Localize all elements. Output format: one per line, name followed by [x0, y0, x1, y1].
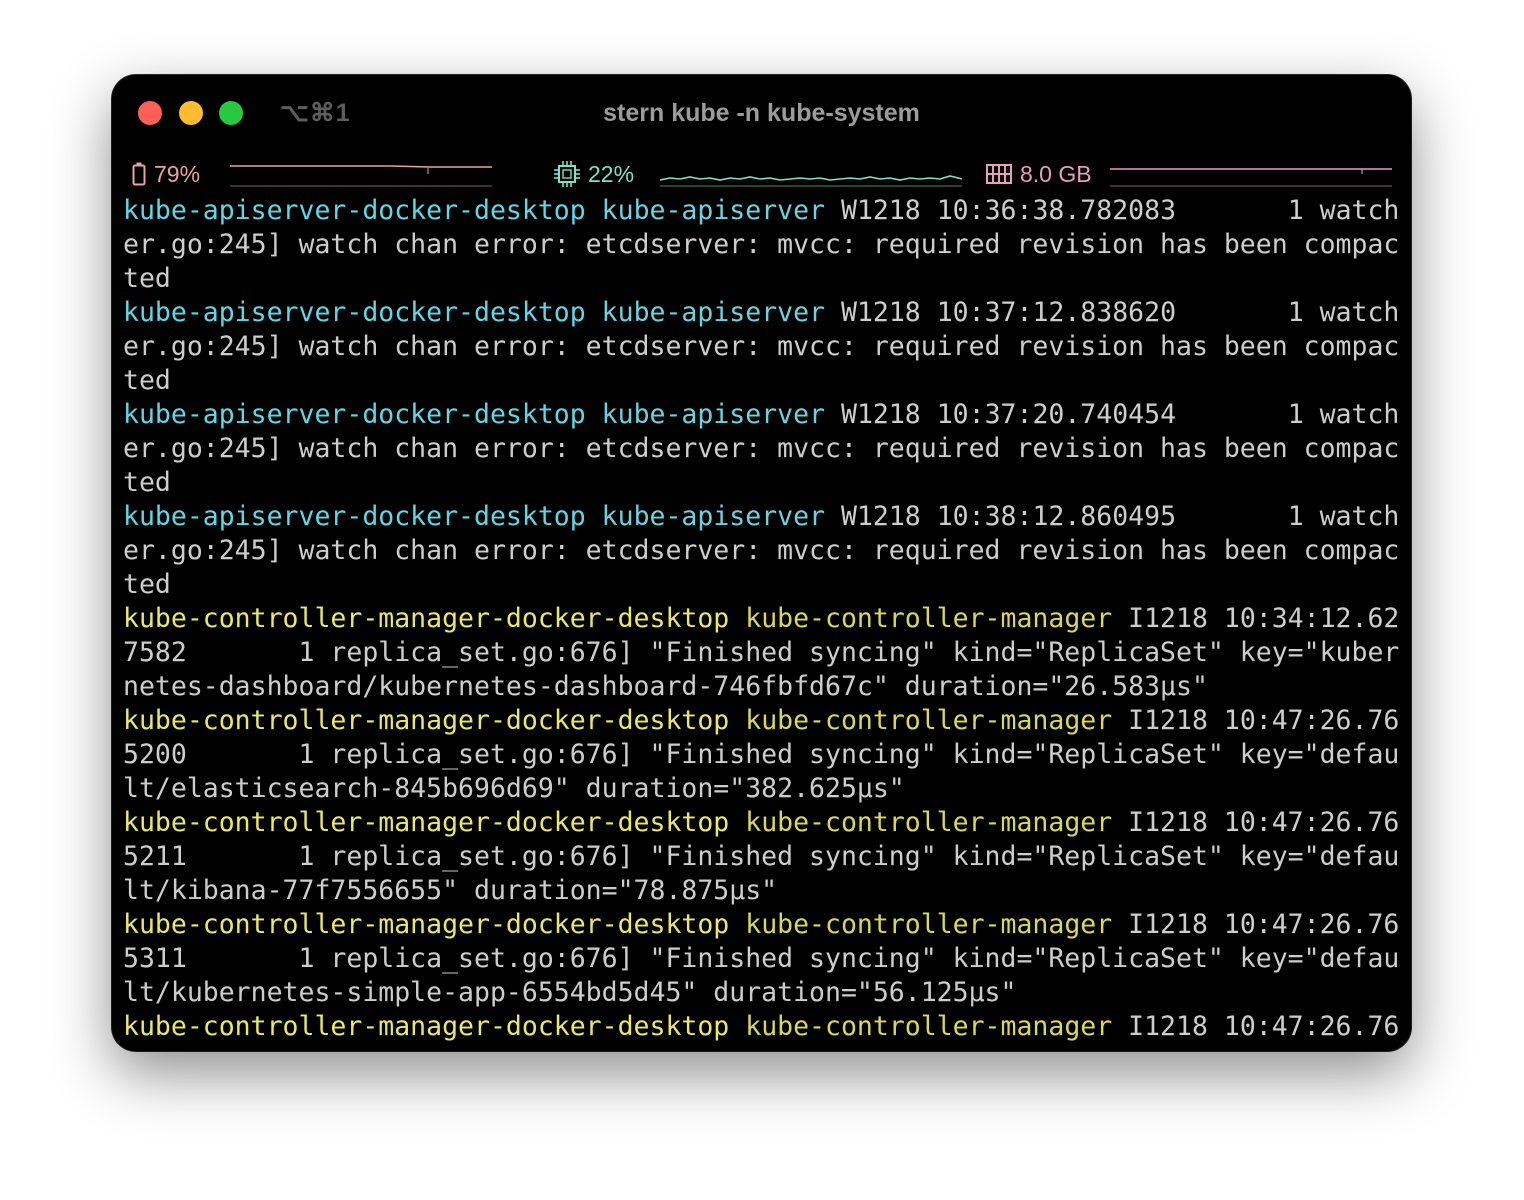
log-line: kube-controller-manager-docker-desktop k…: [123, 602, 1403, 636]
pod-name: kube-controller-manager-docker-desktop: [123, 705, 730, 736]
battery-sparkline: [230, 165, 492, 187]
log-line-continuation: lt/elasticsearch-845b696d69" duration="3…: [123, 773, 905, 804]
log-line-continuation: ted: [123, 569, 171, 600]
pod-name: kube-apiserver-docker-desktop: [123, 399, 586, 430]
log-line-continuation: 7582 1 replica_set.go:676] "Finished syn…: [123, 637, 1400, 668]
container-name: kube-apiserver: [601, 501, 826, 532]
pod-name: kube-controller-manager-docker-desktop: [123, 807, 730, 838]
log-message: W1218 10:37:20.740454 1 watch: [825, 399, 1400, 430]
pod-name: kube-apiserver-docker-desktop: [123, 501, 586, 532]
pod-name: kube-controller-manager-docker-desktop: [123, 909, 730, 940]
pod-name: kube-controller-manager-docker-desktop: [123, 1011, 730, 1042]
log-message: W1218 10:38:12.860495 1 watch: [825, 501, 1400, 532]
log-message: I1218 10:47:26.76: [1112, 705, 1400, 736]
log-line: kube-controller-manager-docker-desktop k…: [123, 806, 1403, 840]
log-message: I1218 10:47:26.76: [1112, 909, 1400, 940]
log-message: W1218 10:36:38.782083 1 watch: [825, 195, 1400, 226]
log-line-continuation: 5311 1 replica_set.go:676] "Finished syn…: [123, 943, 1400, 974]
log-line-continuation: lt/kibana-77f7556655" duration="78.875µs…: [123, 875, 778, 906]
cpu-icon: [554, 161, 580, 187]
log-line-continuation: er.go:245] watch chan error: etcdserver:…: [123, 535, 1400, 566]
status-bar: 79% 22% 8.0 GB: [112, 153, 1411, 193]
log-line: kube-controller-manager-docker-desktop k…: [123, 704, 1403, 738]
log-line-continuation: er.go:245] watch chan error: etcdserver:…: [123, 331, 1400, 362]
log-line-continuation: 5211 1 replica_set.go:676] "Finished syn…: [123, 841, 1400, 872]
container-name: kube-controller-manager: [745, 807, 1113, 838]
cpu-sparkline: [660, 175, 962, 187]
container-name: kube-controller-manager: [745, 603, 1113, 634]
terminal-window: ⌥⌘1 stern kube -n kube-system 79% 22% 8.…: [112, 75, 1411, 1051]
title-bar[interactable]: ⌥⌘1 stern kube -n kube-system: [112, 75, 1411, 153]
log-line-continuation: 5200 1 replica_set.go:676] "Finished syn…: [123, 739, 1400, 770]
cpu-stat: 22%: [554, 157, 634, 191]
window-title: stern kube -n kube-system: [603, 99, 920, 127]
pod-name: kube-apiserver-docker-desktop: [123, 297, 586, 328]
log-message: I1218 10:47:26.76: [1112, 1011, 1400, 1042]
log-line-continuation: er.go:245] watch chan error: etcdserver:…: [123, 229, 1400, 260]
log-line-continuation: ted: [123, 263, 171, 294]
container-name: kube-controller-manager: [745, 909, 1113, 940]
container-name: kube-apiserver: [601, 297, 826, 328]
log-line: kube-apiserver-docker-desktop kube-apise…: [123, 296, 1403, 330]
log-line-continuation: lt/kubernetes-simple-app-6554bd5d45" dur…: [123, 977, 1017, 1008]
log-line: kube-apiserver-docker-desktop kube-apise…: [123, 194, 1403, 228]
log-line: kube-apiserver-docker-desktop kube-apise…: [123, 500, 1403, 534]
pod-name: kube-controller-manager-docker-desktop: [123, 603, 730, 634]
memory-value: 8.0 GB: [1020, 160, 1092, 187]
log-message: I1218 10:47:26.76: [1112, 807, 1400, 838]
memory-sparkline: [1110, 168, 1392, 187]
container-name: kube-controller-manager: [745, 705, 1113, 736]
pod-name: kube-apiserver-docker-desktop: [123, 195, 586, 226]
log-message: W1218 10:37:12.838620 1 watch: [825, 297, 1400, 328]
log-message: I1218 10:34:12.62: [1112, 603, 1400, 634]
memory-stat: 8.0 GB: [986, 157, 1092, 191]
container-name: kube-apiserver: [601, 399, 826, 430]
log-line-continuation: ted: [123, 365, 171, 396]
container-name: kube-controller-manager: [745, 1011, 1113, 1042]
log-line-continuation: ted: [123, 467, 171, 498]
log-line-continuation: er.go:245] watch chan error: etcdserver:…: [123, 433, 1400, 464]
cpu-value: 22%: [588, 160, 635, 187]
battery-stat: 79%: [132, 157, 200, 191]
terminal-output[interactable]: kube-apiserver-docker-desktop kube-apise…: [123, 194, 1403, 1044]
container-name: kube-apiserver: [601, 195, 826, 226]
log-line: kube-apiserver-docker-desktop kube-apise…: [123, 398, 1403, 432]
log-line: kube-controller-manager-docker-desktop k…: [123, 908, 1403, 942]
memory-icon: [986, 164, 1012, 184]
battery-icon: [132, 162, 146, 186]
battery-value: 79%: [154, 160, 201, 187]
log-line-continuation: netes-dashboard/kubernetes-dashboard-746…: [123, 671, 1208, 702]
log-line: kube-controller-manager-docker-desktop k…: [123, 1010, 1403, 1044]
